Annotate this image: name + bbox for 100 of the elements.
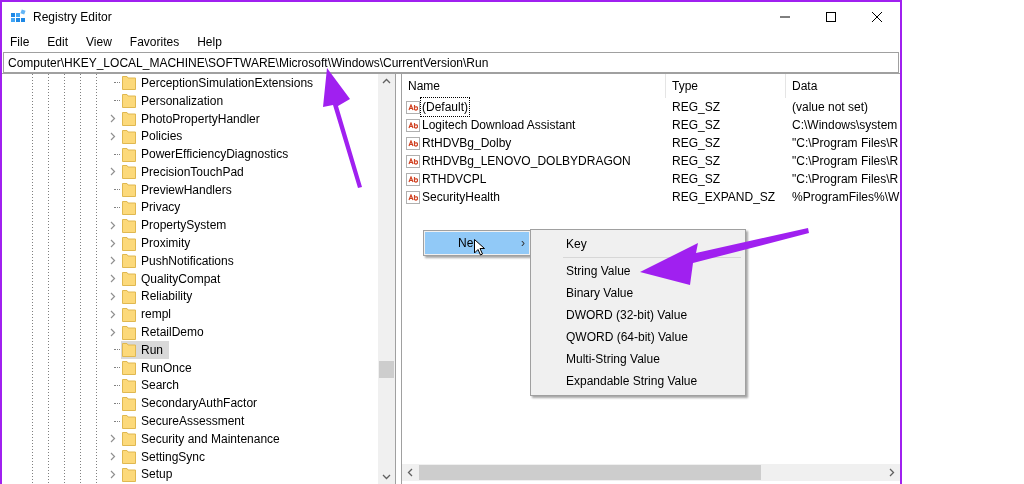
folder-icon [122,93,136,109]
folder-icon [122,395,136,411]
tree-item[interactable]: PushNotifications [141,251,234,270]
tree-item[interactable]: RunOnce [141,358,192,377]
value-name[interactable]: Logitech Download Assistant [421,116,577,134]
folder-icon [122,449,136,465]
submenu-item[interactable]: Expandable String Value [566,372,698,390]
table-cell-text: %ProgramFiles%\W [791,189,900,206]
menu-item[interactable]: Favorites [127,33,182,51]
cursor-icon [474,239,485,256]
menu-item[interactable]: Help [195,33,224,51]
value-name[interactable]: SecurityHealth [421,188,502,206]
scroll-thumb[interactable] [379,361,394,378]
tree-item[interactable]: SecureAssessment [141,412,245,431]
folder-icon [122,182,136,198]
tree-item[interactable]: Policies [141,127,183,146]
folder-icon [122,431,136,447]
string-value-icon [406,154,420,168]
string-value-icon [406,100,420,114]
tree-item[interactable]: PropertySystem [141,216,227,235]
scroll-right-icon[interactable] [889,468,895,477]
expand-chevron-icon[interactable] [110,256,116,266]
expand-chevron-icon[interactable] [110,452,116,462]
expand-chevron-icon[interactable] [110,238,116,248]
tree-item[interactable]: Proximity [141,234,191,253]
folder-icon [122,342,136,358]
column-header[interactable]: Type [666,74,786,98]
tree-item[interactable]: QualityCompat [141,269,221,288]
tree-item[interactable]: rempl [141,305,171,324]
scroll-left-icon[interactable] [407,468,413,477]
value-name[interactable]: (Default) [421,98,469,116]
folder-icon [122,377,136,393]
folder-icon [122,271,136,287]
expand-chevron-icon[interactable] [110,114,116,123]
submenu-item[interactable]: QWORD (64-bit) Value [566,328,688,346]
column-header[interactable]: Data [786,74,900,98]
string-value-icon [406,190,420,204]
selected-tree-item[interactable]: Run [121,340,169,359]
submenu-item[interactable]: Binary Value [566,284,634,302]
submenu-item[interactable]: String Value [566,262,631,280]
tree-item[interactable]: Reliability [141,287,193,306]
expand-chevron-icon[interactable] [110,309,116,319]
folder-icon [122,217,136,233]
string-value-icon [406,172,420,186]
value-name[interactable]: RtHDVBg_Dolby [421,134,513,152]
scroll-thumb[interactable] [419,465,761,480]
folder-icon [122,324,136,340]
folder-icon [122,360,136,376]
menu-item[interactable]: Edit [45,33,71,51]
column-header[interactable]: Name [402,74,666,98]
table-cell-text: REG_EXPAND_SZ [671,189,777,206]
expand-chevron-icon[interactable] [110,274,116,284]
address-bar[interactable]: Computer\HKEY_LOCAL_MACHINE\SOFTWARE\Microsoft\Windows\CurrentVersion\Run [3,52,899,73]
tree-item[interactable]: Personalization [141,91,224,110]
expand-chevron-icon[interactable] [110,291,116,301]
horizontal-scrollbar[interactable] [402,464,900,481]
folder-icon [122,253,136,269]
table-cell-text: (value not set) [791,99,870,116]
submenu-item[interactable]: Key [566,235,587,253]
tree-item[interactable]: PowerEfficiencyDiagnostics [141,145,289,164]
folder-icon [122,111,136,126]
window-title: Registry Editor [33,9,112,26]
submenu-arrow: › [521,235,525,252]
menu-item[interactable]: File [8,33,32,51]
menu-item[interactable]: View [84,33,114,51]
tree-item[interactable]: PerceptionSimulationExtensions [141,74,314,92]
value-name[interactable]: RtHDVBg_LENOVO_DOLBYDRAGON [421,152,632,170]
menu-item[interactable]: Ne › [425,232,529,254]
tree-item[interactable]: PhotoPropertyHandler [141,109,260,128]
folder-icon [122,164,136,180]
expand-chevron-icon[interactable] [110,131,116,141]
expand-chevron-icon[interactable] [110,327,116,337]
folder-icon [122,413,136,429]
expand-chevron-icon[interactable] [110,167,116,177]
app-icon [10,9,26,25]
folder-icon [122,128,136,144]
tree-item[interactable]: Privacy [141,198,181,217]
expand-chevron-icon[interactable] [110,434,116,444]
folder-icon [122,288,136,304]
submenu-item[interactable]: Multi-String Value [566,350,660,368]
submenu-item[interactable]: DWORD (32-bit) Value [566,306,688,324]
tree-item[interactable]: SecondaryAuthFactor [141,394,258,413]
table-cell-text: "C:\Program Files\R [791,171,900,188]
table-cell-text: REG_SZ [671,117,721,134]
tree-item[interactable]: Setup [141,465,173,484]
tree-item[interactable]: RetailDemo [141,323,204,342]
value-name[interactable]: RTHDVCPL [421,170,488,188]
scroll-down-icon[interactable] [382,474,391,480]
tree-item[interactable]: Search [141,376,180,395]
folder-icon [122,75,136,91]
vertical-scrollbar[interactable] [378,74,395,484]
expand-chevron-icon[interactable] [110,469,116,479]
tree-item[interactable]: Security and Maintenance [141,429,280,448]
table-cell-text: REG_SZ [671,99,721,116]
tree-item[interactable]: PrecisionTouchPad [141,162,244,181]
close-icon [872,12,882,22]
tree-item[interactable]: PreviewHandlers [141,180,232,199]
expand-chevron-icon[interactable] [110,220,116,230]
tree-item[interactable]: SettingSync [141,447,206,466]
scroll-up-icon[interactable] [382,78,391,84]
